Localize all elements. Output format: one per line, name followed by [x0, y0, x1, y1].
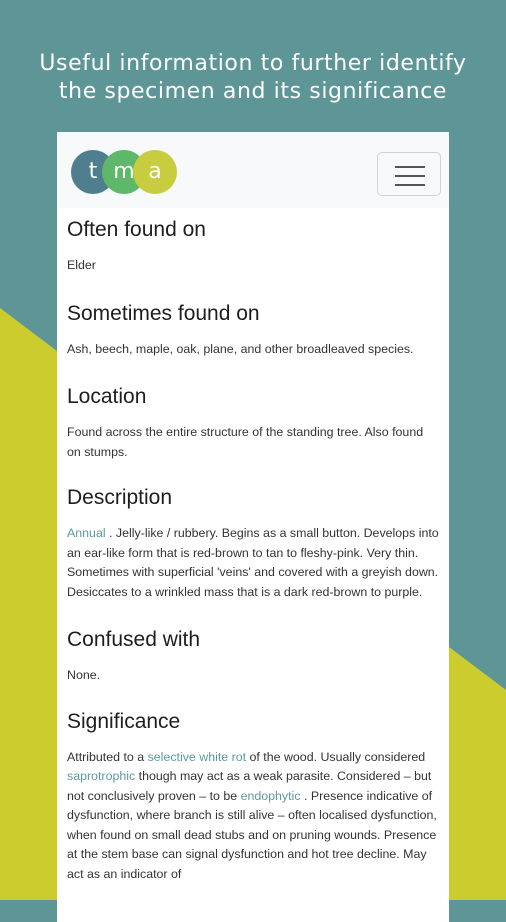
- location-heading: Location: [67, 385, 147, 408]
- selective-white-rot-link[interactable]: selective white rot: [148, 750, 246, 764]
- confused-with-heading: Confused with: [67, 628, 201, 651]
- description-text: Annual . Jelly-like / rubbery. Begins as…: [67, 524, 439, 602]
- location-text: Found across the entire structure of the…: [67, 425, 424, 459]
- significance-text-1: Attributed to a: [67, 749, 148, 764]
- sometimes-found-heading: Sometimes found on: [67, 301, 260, 325]
- hamburger-icon-bar: [395, 175, 425, 177]
- often-found-text: Elder: [67, 258, 96, 272]
- hamburger-icon-bar: [395, 184, 425, 186]
- app-screen: t m a Often found on Elder Sometimes fou…: [57, 132, 449, 922]
- often-found-heading: Often found on: [67, 218, 206, 241]
- promo-headline: Useful information to further identify t…: [0, 50, 506, 106]
- navbar: t m a: [57, 132, 449, 208]
- annual-link[interactable]: Annual: [67, 526, 106, 540]
- significance-text-2: of the wood. Usually considered: [246, 749, 426, 764]
- description-heading: Description: [67, 486, 173, 509]
- confused-with-text: None.: [67, 668, 101, 682]
- significance-heading: Significance: [67, 709, 181, 733]
- promo-line-2: the specimen and its significance: [58, 79, 448, 104]
- menu-toggle-button[interactable]: [377, 152, 441, 196]
- promo-line-1: Useful information to further identify: [39, 51, 467, 76]
- species-details: Often found on Elder Sometimes found on …: [57, 218, 449, 884]
- logo-circle-a: a: [133, 150, 177, 194]
- description-body: . Jelly-like / rubbery. Begins as a smal…: [67, 526, 439, 599]
- tma-logo[interactable]: t m a: [71, 150, 183, 198]
- saprotrophic-link[interactable]: saprotrophic: [67, 769, 135, 783]
- hamburger-icon: [395, 166, 425, 168]
- endophytic-link[interactable]: endophytic: [241, 789, 301, 803]
- sometimes-found-text: Ash, beech, maple, oak, plane, and other…: [67, 341, 414, 356]
- significance-text: Attributed to a selective white rot of t…: [67, 748, 439, 885]
